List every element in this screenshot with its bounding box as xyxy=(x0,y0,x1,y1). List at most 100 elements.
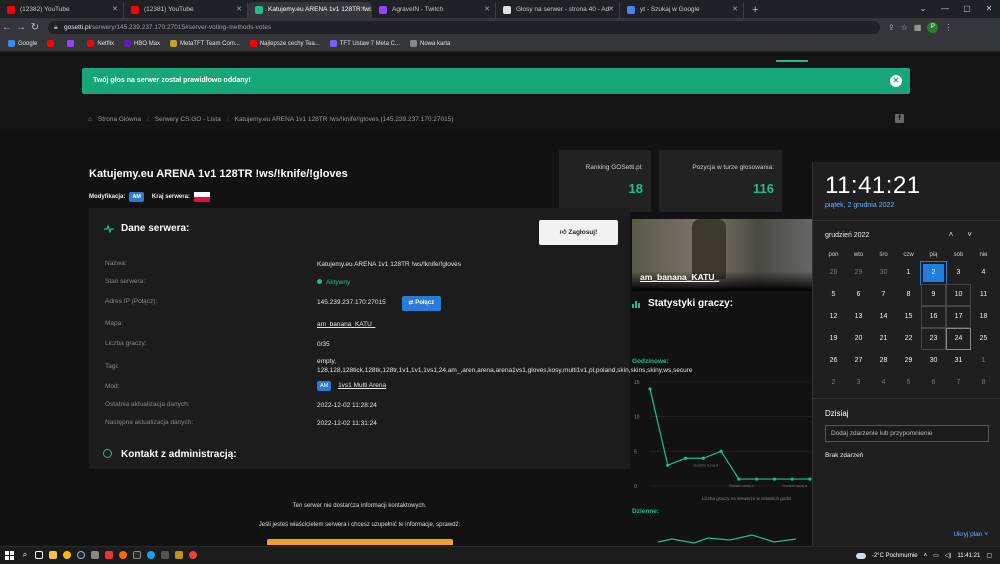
calendar-day[interactable]: 29 xyxy=(896,350,921,372)
calendar-day[interactable]: 21 xyxy=(871,328,896,350)
calendar-day[interactable]: 23 xyxy=(921,328,946,350)
back-icon[interactable]: ← xyxy=(0,22,14,33)
calendar-day[interactable]: 6 xyxy=(846,284,871,306)
avatar[interactable]: P xyxy=(927,21,939,33)
calendar-day[interactable]: 1 xyxy=(971,350,996,372)
steam-icon[interactable] xyxy=(74,547,88,564)
map-image[interactable]: am_banana_KATU_ xyxy=(632,219,812,291)
mod-link[interactable]: 1vs1 Multi Arena xyxy=(338,382,386,389)
calendar-day[interactable]: 29 xyxy=(846,262,871,284)
calendar-day[interactable]: 25 xyxy=(971,328,996,350)
tray-chevron-icon[interactable]: ˄ xyxy=(924,553,928,559)
calendar-day[interactable]: 28 xyxy=(871,350,896,372)
browser-tab[interactable]: Głosy na serwer - strona 40 - Ad ✕ xyxy=(496,2,620,18)
calendar-day[interactable]: 4 xyxy=(871,372,896,394)
task-view-icon[interactable] xyxy=(32,547,46,564)
calendar-day[interactable]: 2 xyxy=(920,261,947,285)
share-icon[interactable]: ⇪ xyxy=(888,23,895,32)
network-icon[interactable]: ▭ xyxy=(933,552,939,559)
calendar-day[interactable]: 12 xyxy=(821,306,846,328)
calendar-day[interactable]: 4 xyxy=(971,262,996,284)
start-button[interactable] xyxy=(0,547,18,564)
data-point[interactable] xyxy=(772,477,777,481)
map-link[interactable]: am_banana_KATU_ xyxy=(317,320,627,329)
star-icon[interactable]: ☆ xyxy=(901,23,908,32)
calendar-day[interactable]: 14 xyxy=(871,306,896,328)
chrome-icon[interactable] xyxy=(186,547,200,564)
new-tab-button[interactable]: + xyxy=(744,2,766,18)
bookmark-item[interactable] xyxy=(47,40,57,47)
data-point[interactable] xyxy=(701,456,705,460)
app-icon[interactable] xyxy=(116,547,130,564)
calendar-day[interactable]: 9 xyxy=(921,284,946,306)
close-tab-icon[interactable]: ✕ xyxy=(236,2,242,18)
calendar-day[interactable]: 19 xyxy=(821,328,846,350)
calendar-day[interactable]: 30 xyxy=(921,350,946,372)
app-icon[interactable] xyxy=(88,547,102,564)
calendar-day[interactable]: 28 xyxy=(821,262,846,284)
app-icon[interactable] xyxy=(172,547,186,564)
calendar-day[interactable]: 24 xyxy=(946,328,971,350)
app-icon[interactable] xyxy=(102,547,116,564)
close-tab-icon[interactable]: ✕ xyxy=(732,2,738,18)
flyout-date[interactable]: piątek, 2 grudnia 2022 xyxy=(825,202,894,209)
calendar-day[interactable]: 7 xyxy=(946,372,971,394)
close-tab-icon[interactable]: ✕ xyxy=(360,2,366,18)
notification-icon[interactable]: ▢ xyxy=(986,552,992,559)
calendar-day[interactable]: 31 xyxy=(946,350,971,372)
close-tab-icon[interactable]: ✕ xyxy=(608,2,614,18)
data-point[interactable] xyxy=(755,477,759,481)
taskbar-clock[interactable]: 11:41:21 xyxy=(957,553,980,559)
close-tab-icon[interactable]: ✕ xyxy=(112,2,118,18)
calendar-day[interactable]: 17 xyxy=(946,306,971,328)
data-point[interactable] xyxy=(737,477,741,481)
calendar-day[interactable]: 26 xyxy=(821,350,846,372)
bookmark-item[interactable]: Nowa karta xyxy=(410,40,450,47)
calendar-day[interactable]: 3 xyxy=(846,372,871,394)
hide-plan-button[interactable]: Ukryj plan ˅ xyxy=(953,531,988,538)
close-icon[interactable]: ✕ xyxy=(890,75,902,87)
facebook-icon[interactable]: f xyxy=(895,114,904,123)
connect-button[interactable]: ⇄ Połącz xyxy=(401,296,442,311)
reload-icon[interactable]: ↻ xyxy=(28,22,42,33)
explorer-icon[interactable] xyxy=(46,547,60,564)
calendar-day[interactable]: 16 xyxy=(921,306,946,328)
browser-tab[interactable]: yt - Szukaj w Google ✕ xyxy=(620,2,744,18)
browser-tab[interactable]: (12382) YouTube ✕ xyxy=(0,2,124,18)
maximize-icon[interactable]: ▢ xyxy=(956,0,978,18)
owner-button[interactable] xyxy=(267,539,453,545)
calendar-month[interactable]: grudzień 2022 xyxy=(825,232,869,239)
data-point[interactable] xyxy=(790,477,794,481)
bookmark-item[interactable]: TFT Ustaw 7 Meta C... xyxy=(329,40,400,47)
event-input[interactable]: Dodaj zdarzenie lub przypomnienie xyxy=(825,425,989,442)
bookmark-item[interactable]: MetaTFT Team Com... xyxy=(170,40,240,47)
calendar-day[interactable]: 6 xyxy=(921,372,946,394)
map-image-name[interactable]: am_banana_KATU_ xyxy=(640,272,719,282)
data-point[interactable] xyxy=(666,463,670,467)
calendar-day[interactable]: 8 xyxy=(971,372,996,394)
close-tab-icon[interactable]: ✕ xyxy=(484,2,490,18)
calendar-day[interactable]: 30 xyxy=(871,262,896,284)
bookmark-item[interactable]: HBO Max xyxy=(124,40,160,47)
app-icon[interactable] xyxy=(158,547,172,564)
search-icon[interactable]: ⌕ xyxy=(18,547,32,564)
chrome-icon[interactable] xyxy=(60,547,74,564)
calendar-day[interactable]: 2 xyxy=(821,372,846,394)
bookmark-item[interactable]: Netflix xyxy=(87,40,114,47)
browser-tab[interactable]: Katujemy.eu ARENA 1v1 128TR !ws/✕ xyxy=(248,2,372,18)
bookmark-item[interactable] xyxy=(67,40,77,47)
calendar-day[interactable]: 5 xyxy=(821,284,846,306)
edge-icon[interactable] xyxy=(144,547,158,564)
bookmark-item[interactable]: Google xyxy=(8,40,37,47)
minimize-icon[interactable]: — xyxy=(934,0,956,18)
vote-button[interactable]: 👍︎ Zagłosuj! xyxy=(539,220,618,245)
volume-icon[interactable]: ◁) xyxy=(945,552,952,559)
calendar-day[interactable]: 13 xyxy=(846,306,871,328)
calendar-day[interactable]: 22 xyxy=(896,328,921,350)
tab-search-icon[interactable]: ⌄ xyxy=(912,0,934,18)
calendar-day[interactable]: 1 xyxy=(896,262,921,284)
calendar-day[interactable]: 15 xyxy=(896,306,921,328)
url-input[interactable]: 🔒︎ gosetti.pl/serwery/145.239.237.170:27… xyxy=(48,20,880,34)
breadcrumb-home[interactable]: Strona Główna xyxy=(98,116,141,123)
menu-icon[interactable]: ⋮ xyxy=(944,23,952,32)
